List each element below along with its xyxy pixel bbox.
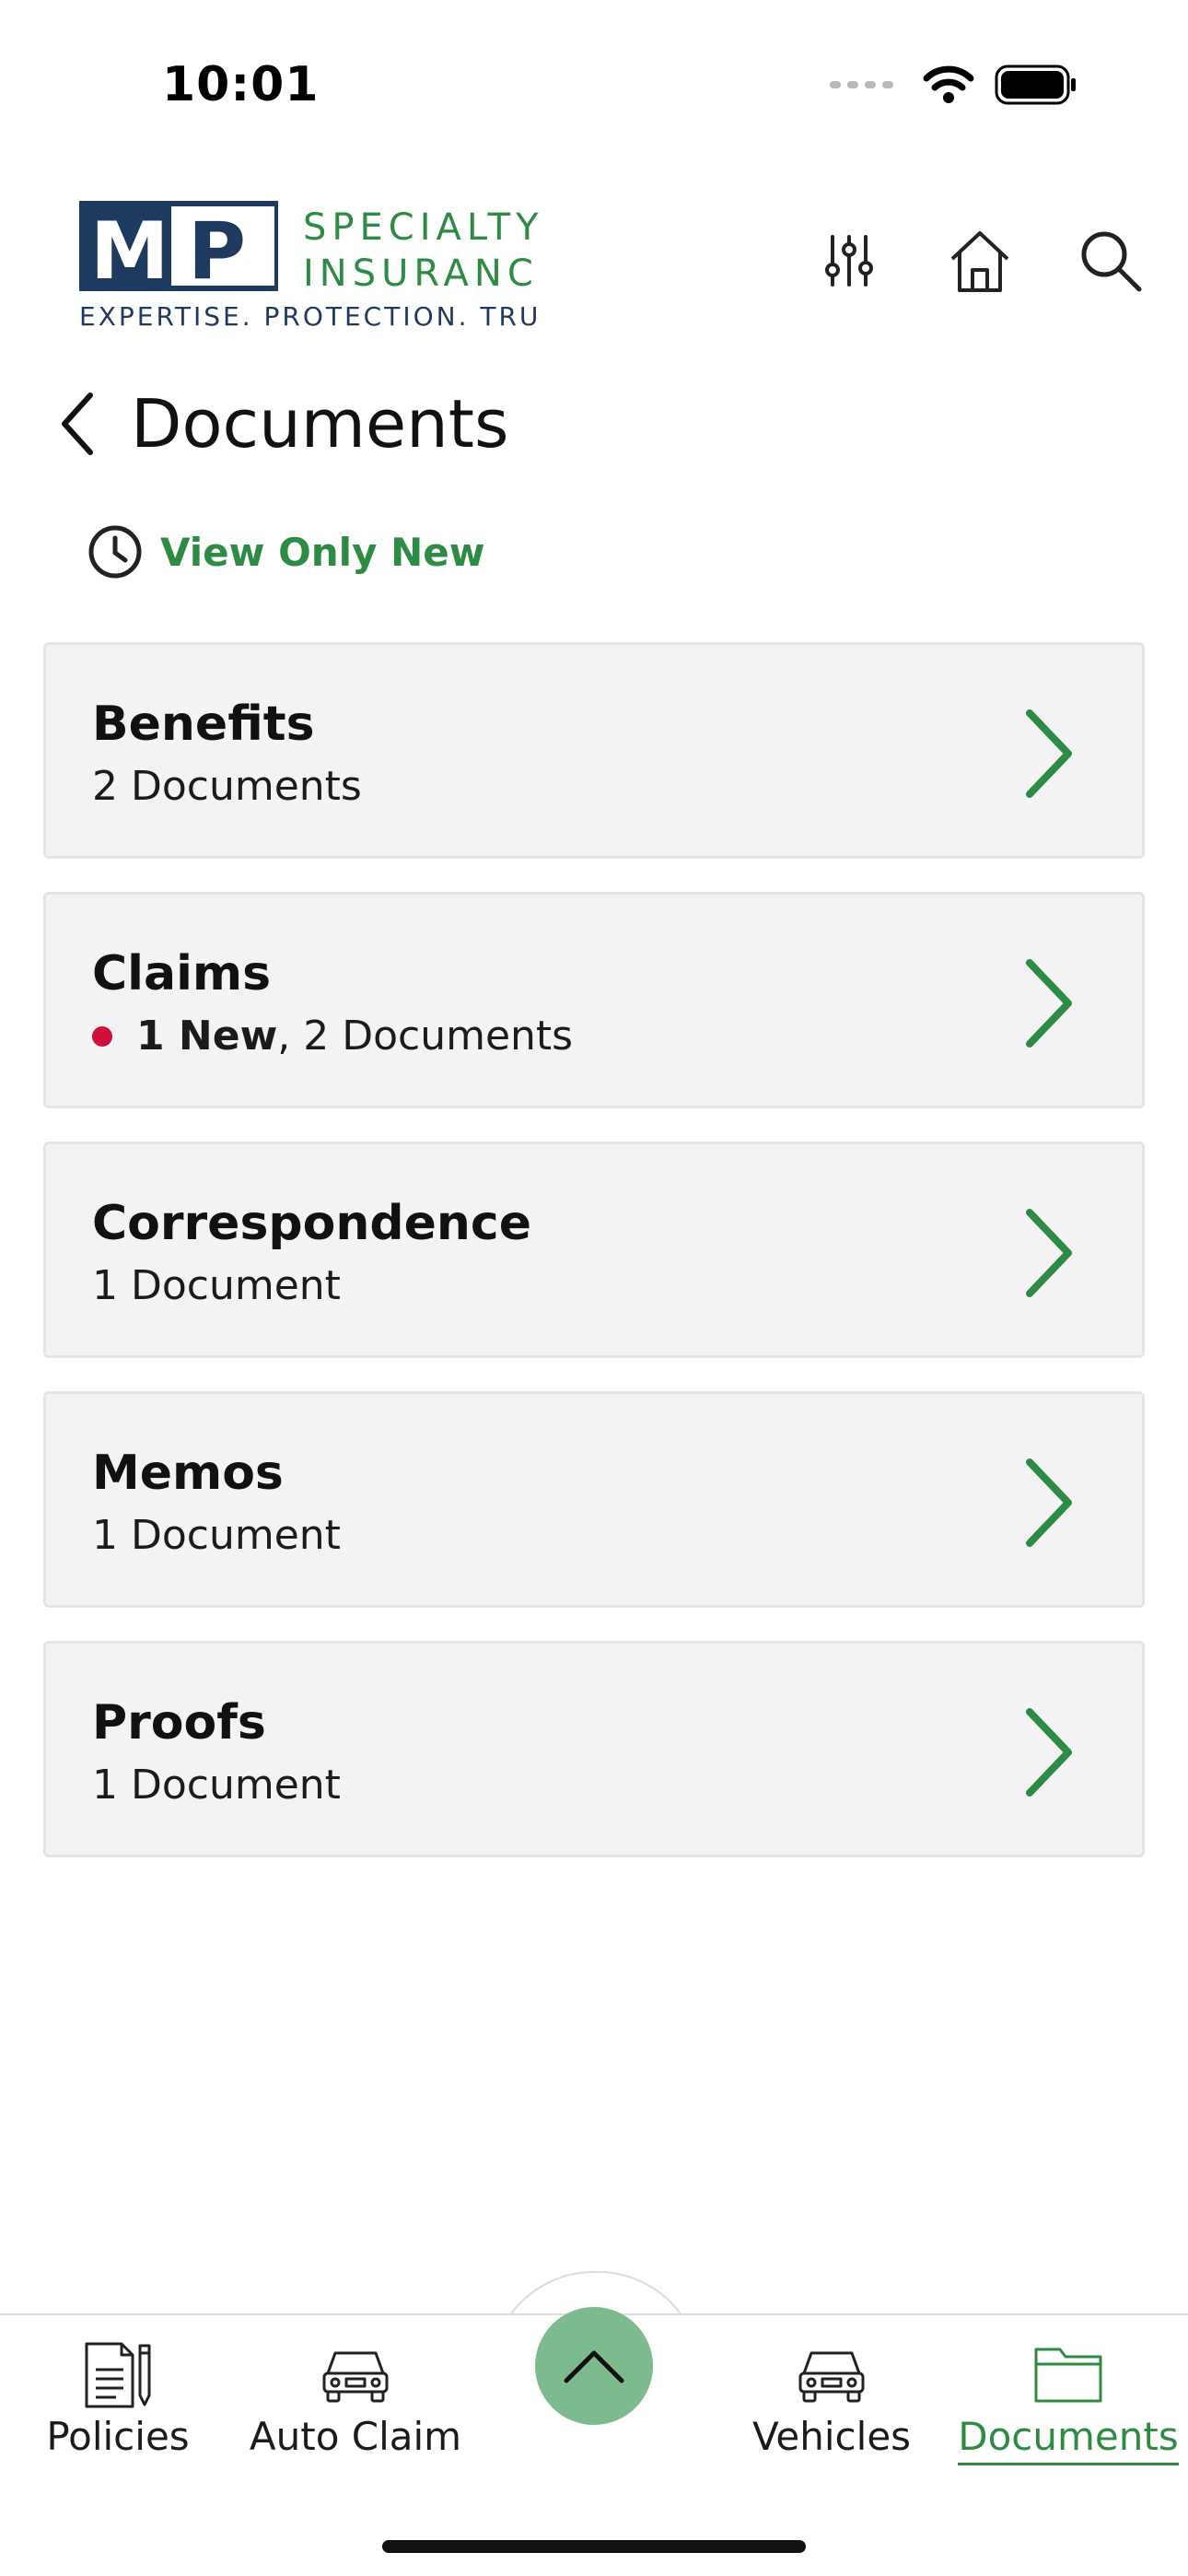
- view-only-new-button[interactable]: View Only New: [87, 523, 485, 580]
- chevron-right-icon: [1026, 1708, 1072, 1797]
- home-icon[interactable]: [945, 226, 1015, 296]
- category-count: 2 Documents: [92, 763, 362, 810]
- tab-label: Policies: [46, 2414, 190, 2459]
- battery-icon: [995, 64, 1076, 105]
- company-logo[interactable]: M P SPECIALTY INSURANCE EXPERTISE. PROTE…: [79, 201, 584, 332]
- chevron-up-icon: [564, 2350, 624, 2383]
- expand-menu-button[interactable]: [535, 2307, 653, 2425]
- svg-text:P: P: [188, 205, 246, 298]
- tab-documents[interactable]: Documents: [958, 2338, 1179, 2465]
- policy-document-icon: [76, 2338, 159, 2412]
- svg-text:EXPERTISE. PROTECTION. TRUST.: EXPERTISE. PROTECTION. TRUST.: [79, 301, 540, 330]
- tab-auto-claim[interactable]: Auto Claim: [250, 2338, 461, 2459]
- category-card-correspondence[interactable]: Correspondence 1 Document: [43, 1142, 1145, 1358]
- folder-icon: [1027, 2338, 1110, 2412]
- signal-icon: [830, 81, 893, 88]
- home-indicator: [382, 2540, 806, 2553]
- tab-policies[interactable]: Policies: [12, 2338, 224, 2459]
- tab-label: Documents: [958, 2414, 1179, 2465]
- category-title: Benefits: [92, 697, 315, 752]
- category-title: Memos: [92, 1446, 284, 1501]
- document-category-list: Benefits 2 Documents Claims 1 New, 2 Doc…: [43, 642, 1145, 1891]
- category-card-benefits[interactable]: Benefits 2 Documents: [43, 642, 1145, 859]
- svg-text:SPECIALTY: SPECIALTY: [303, 206, 540, 249]
- tab-label: Vehicles: [751, 2414, 912, 2459]
- chevron-left-icon: [62, 392, 93, 455]
- tab-vehicles[interactable]: Vehicles: [726, 2338, 938, 2459]
- car-icon: [790, 2338, 873, 2412]
- category-count: 1 Document: [92, 1262, 341, 1309]
- chevron-right-icon: [1026, 1209, 1072, 1297]
- chevron-right-icon: [1026, 959, 1072, 1048]
- status-time: 10:01: [162, 57, 320, 112]
- category-title: Claims: [92, 946, 272, 1001]
- page-title: Documents: [131, 385, 509, 463]
- view-only-new-label: View Only New: [160, 529, 485, 575]
- category-title: Correspondence: [92, 1196, 531, 1251]
- svg-text:M: M: [90, 205, 169, 298]
- category-count: 1 New, 2 Documents: [92, 1013, 573, 1060]
- category-card-claims[interactable]: Claims 1 New, 2 Documents: [43, 892, 1145, 1108]
- new-count: 1 New: [136, 1013, 278, 1060]
- svg-text:INSURANCE: INSURANCE: [303, 252, 540, 295]
- tab-label: Auto Claim: [249, 2414, 462, 2459]
- new-indicator-dot: [92, 1025, 112, 1047]
- clock-icon: [88, 525, 142, 579]
- category-count: 1 Document: [92, 1762, 341, 1809]
- back-button[interactable]: [50, 387, 105, 461]
- wifi-icon: [923, 65, 974, 103]
- chevron-right-icon: [1026, 1458, 1072, 1547]
- category-card-proofs[interactable]: Proofs 1 Document: [43, 1641, 1145, 1857]
- category-card-memos[interactable]: Memos 1 Document: [43, 1391, 1145, 1608]
- category-count: 1 Document: [92, 1512, 341, 1559]
- search-icon[interactable]: [1076, 226, 1146, 296]
- chevron-right-icon: [1026, 709, 1072, 798]
- car-icon: [314, 2338, 397, 2412]
- sliders-icon[interactable]: [814, 226, 884, 296]
- category-title: Proofs: [92, 1695, 266, 1751]
